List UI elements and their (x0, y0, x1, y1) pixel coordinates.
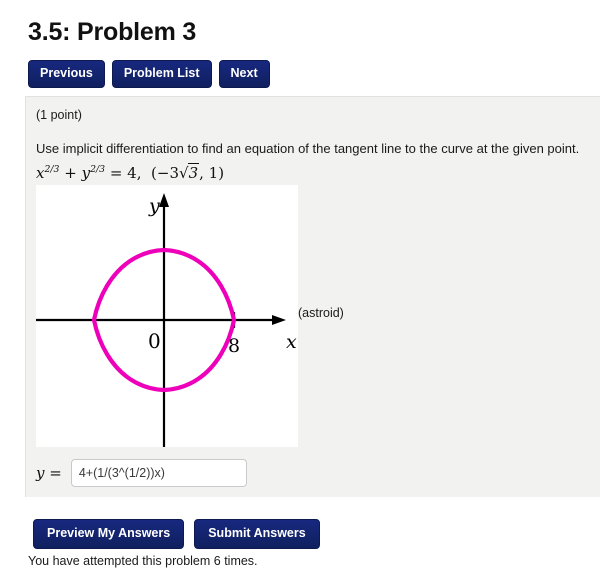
astroid-graph-svg: y x 0 8 (36, 185, 298, 447)
problem-prompt: Use implicit differentiation to find an … (36, 141, 580, 156)
graph-caption: (astroid) (298, 306, 344, 320)
astroid-graph: y x 0 8 (36, 185, 298, 447)
equation-y-var: y (81, 163, 91, 182)
answer-label-y: y (36, 464, 45, 482)
preview-my-answers-button[interactable]: Preview My Answers (33, 519, 185, 549)
equation-equals: = (109, 163, 123, 182)
attempts-text: You have attempted this problem 6 times. (28, 554, 258, 568)
plot-background (36, 185, 298, 447)
radicand: 3 (187, 162, 200, 182)
problem-panel: (1 point) Use implicit differentiation t… (25, 96, 600, 497)
y-axis-label: y (148, 195, 160, 217)
answer-input[interactable] (70, 459, 247, 487)
problem-nav-bar: Previous Problem List Next (0, 47, 600, 88)
point-close-paren: ) (218, 163, 225, 182)
equation-plus: + (64, 163, 77, 182)
problem-list-button[interactable]: Problem List (111, 60, 212, 88)
previous-button[interactable]: Previous (28, 60, 105, 88)
point-coefficient: −3 (156, 163, 180, 182)
x-axis-label: x (286, 331, 297, 353)
equation-rhs: 4 (127, 163, 137, 182)
submit-answers-button[interactable]: Submit Answers (194, 519, 320, 549)
page-title: 3.5: Problem 3 (28, 18, 197, 46)
equation-y-exponent: 2/3 (90, 163, 106, 175)
next-button[interactable]: Next (218, 60, 270, 88)
points-label: (1 point) (36, 108, 82, 122)
point-y-coord: , 1 (199, 163, 219, 182)
x-tick-label-8: 8 (228, 335, 240, 357)
answer-row: y = (36, 459, 247, 487)
origin-label: 0 (148, 329, 161, 353)
answer-label-equals: = (49, 464, 62, 482)
sqrt-icon: √3 (179, 162, 200, 182)
equation-x-exponent: 2/3 (44, 163, 60, 175)
answer-action-bar: Preview My Answers Submit Answers (33, 519, 320, 549)
answer-label: y = (36, 464, 62, 482)
problem-equation: x2/3 + y2/3 = 4, (−3√3, 1) (26, 158, 600, 182)
